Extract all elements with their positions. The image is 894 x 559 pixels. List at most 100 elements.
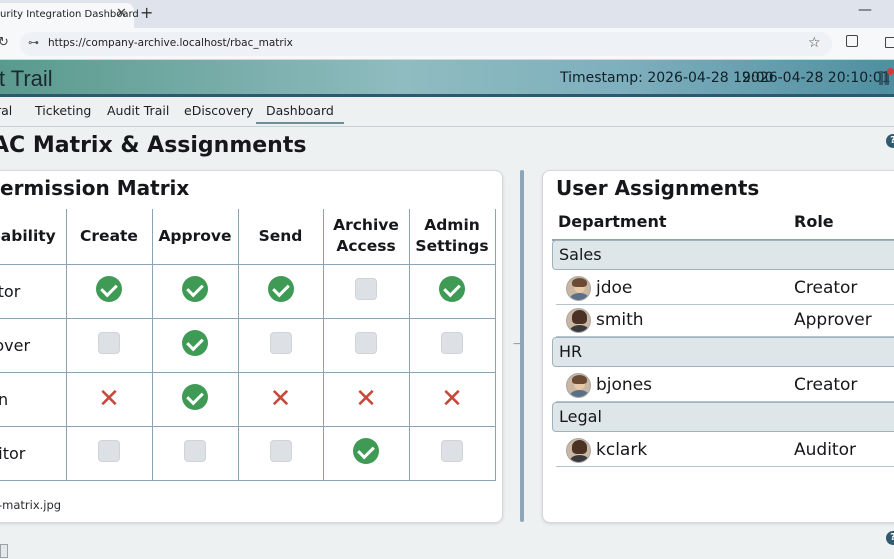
check-icon[interactable] <box>182 276 208 302</box>
matrix-header-row: pability Create Approve Send Archive Acc… <box>0 209 496 265</box>
notification-dot-icon <box>887 68 894 75</box>
matrix-cell[interactable] <box>408 264 496 319</box>
department-group-row[interactable]: HR <box>552 337 894 367</box>
matrix-cell[interactable]: ✕ <box>408 371 496 427</box>
matrix-row-label-text: prover <box>0 335 31 355</box>
user-row[interactable]: smith Approver <box>556 305 894 337</box>
female-avatar-icon <box>566 308 591 333</box>
matrix-cell[interactable]: ✕ <box>237 371 324 427</box>
matrix-cell[interactable] <box>322 317 410 373</box>
url-field[interactable]: ⊶ https://company-archive.localhost/rbac… <box>20 32 832 56</box>
tab-ediscovery[interactable]: eDiscovery <box>184 103 253 118</box>
empty-checkbox-icon[interactable] <box>269 440 292 462</box>
empty-checkbox-icon[interactable] <box>269 332 292 354</box>
empty-checkbox-icon[interactable] <box>355 278 377 300</box>
matrix-cell[interactable]: ✕ <box>322 371 410 427</box>
permission-matrix-table: pability Create Approve Send Archive Acc… <box>0 209 496 481</box>
user-role: Approver <box>794 310 872 330</box>
check-icon[interactable] <box>353 438 379 464</box>
tab-general[interactable]: ral <box>0 103 12 118</box>
matrix-cell[interactable] <box>65 317 153 373</box>
check-icon[interactable] <box>267 276 294 302</box>
browser-tab[interactable]: urity Integration Dashboard ✕ <box>0 3 139 28</box>
check-icon[interactable] <box>439 276 465 302</box>
male-avatar-icon <box>566 276 591 301</box>
deny-x-icon[interactable]: ✕ <box>355 386 377 412</box>
matrix-cell[interactable] <box>151 425 239 481</box>
site-info-icon[interactable]: ⊶ <box>28 36 39 49</box>
status-chip <box>0 544 8 558</box>
matrix-cell[interactable] <box>408 425 496 481</box>
matrix-cell[interactable] <box>408 317 496 373</box>
splitter-grip-icon[interactable]: ⊸ <box>513 337 531 351</box>
department-group-row[interactable]: Sales <box>552 240 894 270</box>
matrix-row-label: eator <box>0 264 67 319</box>
close-tab-icon[interactable]: ✕ <box>116 6 127 21</box>
matrix-row-label-text: uditor <box>0 443 26 463</box>
matrix-header-approve: Approve <box>151 209 239 265</box>
matrix-row: prover <box>0 317 496 373</box>
check-icon[interactable] <box>182 330 208 356</box>
check-icon[interactable] <box>182 384 208 410</box>
empty-checkbox-icon[interactable] <box>98 332 120 354</box>
user-name: jdoe <box>596 278 633 298</box>
matrix-row: uditor <box>0 425 496 481</box>
matrix-row-label: min <box>0 371 67 427</box>
female-avatar-icon <box>566 438 591 463</box>
url-text[interactable]: https://company-archive.localhost/rbac_m… <box>48 37 293 49</box>
column-header-department: Department <box>558 212 667 231</box>
user-name: kclark <box>596 440 648 460</box>
reload-icon[interactable]: ↻ <box>0 35 9 50</box>
matrix-cell[interactable] <box>151 264 239 319</box>
empty-checkbox-icon[interactable] <box>184 440 206 462</box>
deny-x-icon[interactable]: ✕ <box>270 386 292 412</box>
user-role: Creator <box>794 278 858 298</box>
new-tab-icon[interactable]: + <box>140 3 153 22</box>
user-role: Auditor <box>794 440 856 460</box>
department-group-row[interactable]: Legal <box>552 402 894 432</box>
current-time: 2026-04-28 20:10:01 <box>742 70 891 86</box>
extensions-icon[interactable] <box>846 35 858 47</box>
matrix-cell[interactable] <box>65 264 153 319</box>
browser-tab-strip: urity Integration Dashboard ✕ + — <box>0 0 894 28</box>
matrix-row: eator <box>0 264 496 319</box>
empty-checkbox-icon[interactable] <box>441 332 463 354</box>
user-row[interactable]: bjones Creator <box>556 370 894 402</box>
image-file-label: -matrix.jpg <box>0 498 62 512</box>
minimize-icon[interactable]: — <box>858 2 872 18</box>
matrix-cell[interactable] <box>237 264 324 319</box>
matrix-header-admin-settings: Admin Settings <box>408 209 496 265</box>
empty-checkbox-icon[interactable] <box>355 332 377 354</box>
help-icon-bottom[interactable]: ? <box>886 531 894 545</box>
deny-x-icon[interactable]: ✕ <box>441 386 463 412</box>
tab-dashboard[interactable]: Dashboard <box>256 103 344 124</box>
male-avatar-icon <box>566 373 591 398</box>
tab-ticketing[interactable]: Ticketing <box>35 103 91 118</box>
help-icon[interactable]: ? <box>886 134 894 148</box>
page-title: AC Matrix & Assignments <box>0 133 307 158</box>
empty-checkbox-icon[interactable] <box>441 440 463 462</box>
matrix-row-label: uditor <box>0 425 67 481</box>
department-name: Sales <box>559 245 602 264</box>
user-assignments-title: User Assignments <box>556 176 760 200</box>
check-icon[interactable] <box>96 276 122 302</box>
matrix-cell[interactable] <box>65 425 153 481</box>
matrix-cell[interactable] <box>151 317 239 373</box>
empty-checkbox-icon[interactable] <box>98 440 120 462</box>
matrix-cell[interactable] <box>322 425 410 481</box>
column-header-role: Role <box>794 212 834 231</box>
user-row[interactable]: kclark Auditor <box>556 435 894 467</box>
matrix-cell[interactable]: ✕ <box>65 371 153 427</box>
matrix-cell[interactable] <box>237 317 324 373</box>
matrix-cell[interactable] <box>322 264 410 319</box>
matrix-body: eator prover min ✕ ✕ ✕ ✕ uditor <box>0 264 496 481</box>
side-panel-icon[interactable] <box>885 37 894 48</box>
department-name: HR <box>559 342 583 361</box>
bookmark-star-icon[interactable]: ☆ <box>808 35 821 51</box>
user-row[interactable]: jdoe Creator <box>556 273 894 305</box>
tab-audit-trail[interactable]: Audit Trail <box>107 103 169 118</box>
deny-x-icon[interactable]: ✕ <box>98 386 120 412</box>
matrix-cell[interactable] <box>151 371 239 427</box>
matrix-cell[interactable] <box>237 425 324 481</box>
user-name: bjones <box>596 375 653 395</box>
